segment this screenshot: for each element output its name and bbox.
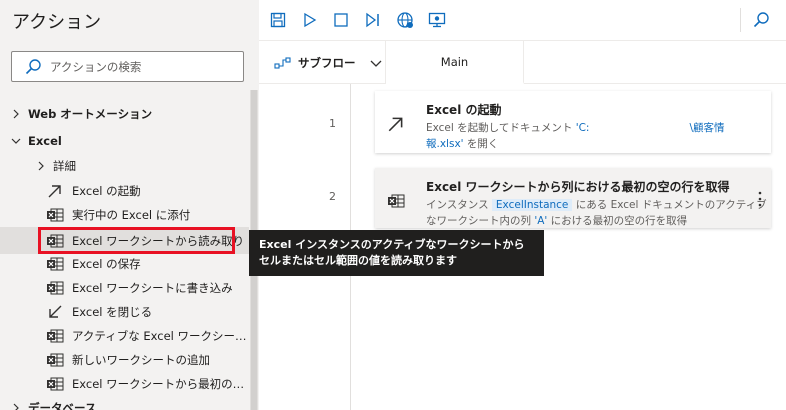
web-recorder-button[interactable] (394, 9, 416, 31)
action-label: Excel の保存 (72, 257, 141, 271)
search-icon (753, 12, 769, 28)
action-attach-excel[interactable]: 実行中の Excel に添付 (0, 203, 249, 227)
actions-panel-title: アクション (12, 12, 102, 33)
chevron-down-icon (370, 60, 381, 67)
flow-step-get-first-empty-row[interactable]: Excel ワークシートから列における最初の空の行を取得 インスタンス Exce… (375, 168, 771, 228)
run-button[interactable] (299, 9, 321, 31)
step-title: Excel ワークシートから列における最初の空の行を取得 (426, 180, 730, 194)
variable-badge: ExcelInstance (491, 199, 573, 211)
excel-sheet-icon (385, 190, 407, 212)
save-icon (270, 12, 286, 28)
action-label: Excel を閉じる (72, 305, 153, 319)
action-write-worksheet[interactable]: Excel ワークシートに書き込み (0, 276, 249, 300)
desc-text: なワークシート内の列 (426, 215, 535, 227)
desc-text: Excel を起動してドキュメント (426, 122, 573, 134)
subflow-label: サブフロー (298, 56, 356, 70)
toolbar-separator (740, 8, 741, 32)
group-label: データベース (28, 401, 97, 410)
step-button[interactable] (362, 9, 384, 31)
subflow-tabs: サブフロー Main (259, 41, 786, 84)
excel-sheet-icon (46, 256, 64, 272)
selection-highlight (38, 227, 235, 254)
step-number: 1 (329, 117, 336, 130)
desc-text: インスタンス (426, 199, 492, 211)
step-title: Excel の起動 (426, 103, 502, 117)
group-web-automation[interactable]: Web オートメーション (0, 102, 249, 126)
subflows-dropdown[interactable]: サブフロー (274, 53, 382, 73)
desktop-recorder-button[interactable] (426, 9, 448, 31)
action-label: アクティブな Excel ワークシートの設... (72, 329, 247, 343)
subflow-icon (274, 57, 291, 69)
desc-path: \顧客情 (689, 122, 725, 134)
chevron-right-icon (13, 403, 19, 410)
more-options-icon[interactable] (757, 190, 763, 208)
action-launch-excel[interactable]: Excel の起動 (0, 179, 249, 203)
chevron-down-icon (11, 138, 21, 144)
search-placeholder: アクションの検索 (50, 60, 142, 74)
designer-toolbar (259, 0, 786, 41)
action-label: Excel の起動 (72, 184, 141, 198)
desc-text: を開く (463, 138, 499, 150)
subgroup-details[interactable]: 詳細 (0, 154, 249, 178)
group-excel[interactable]: Excel (0, 129, 249, 153)
action-label: Excel ワークシートから最初の空の... (72, 377, 247, 391)
excel-sheet-icon (46, 328, 64, 344)
desc-path: 'C: (575, 122, 590, 134)
group-database[interactable]: データベース (0, 396, 249, 410)
excel-sheet-icon (46, 376, 64, 392)
action-close-excel[interactable]: Excel を閉じる (0, 300, 249, 324)
step-number: 2 (329, 190, 336, 203)
action-tooltip: Excel インスタンスのアクティブなワークシートからセルまたはセル範囲の値を読… (249, 230, 544, 276)
action-label: Excel ワークシートに書き込み (72, 281, 233, 295)
excel-sheet-icon (46, 352, 64, 368)
action-save-excel[interactable]: Excel の保存 (0, 252, 249, 276)
subgroup-label: 詳細 (53, 159, 76, 173)
action-search-input[interactable]: アクションの検索 (11, 51, 244, 82)
action-label: 新しいワークシートの追加 (72, 353, 210, 367)
action-get-first-empty[interactable]: Excel ワークシートから最初の空の... (0, 372, 249, 396)
stop-button[interactable] (330, 9, 352, 31)
step-description: Excel を起動してドキュメント 'C: \顧客情 報.xlsx' を開く (426, 120, 725, 152)
stop-icon (334, 13, 348, 27)
desc-text: における最初の空の行を取得 (547, 215, 688, 227)
step-icon (366, 12, 379, 28)
search-icon (25, 59, 41, 75)
excel-sheet-icon (46, 280, 64, 296)
chevron-right-icon (13, 109, 19, 119)
arrow-launch-icon (46, 183, 64, 199)
action-add-worksheet[interactable]: 新しいワークシートの追加 (0, 348, 249, 372)
step-description: インスタンス ExcelInstance にある Excel ドキュメントのアク… (426, 197, 767, 229)
web-recorder-icon (397, 12, 413, 28)
desktop-recorder-icon (428, 12, 446, 28)
desc-column: 'A' (534, 215, 548, 227)
desc-path: 報.xlsx' (426, 138, 464, 150)
chevron-right-icon (38, 161, 44, 171)
action-set-active-worksheet[interactable]: アクティブな Excel ワークシートの設... (0, 324, 249, 348)
group-label: Excel (28, 134, 62, 148)
action-label: 実行中の Excel に添付 (72, 208, 191, 222)
flow-step-launch-excel[interactable]: Excel の起動 Excel を起動してドキュメント 'C: \顧客情 報.xl… (375, 91, 771, 153)
desc-text: にある Excel ドキュメントのアクティブ (572, 199, 767, 211)
actions-panel: アクション アクションの検索 Web オートメーション Excel 詳細 Exc… (0, 0, 259, 410)
excel-sheet-icon (46, 207, 64, 223)
arrow-launch-icon (385, 113, 407, 135)
run-icon (304, 12, 317, 28)
group-label: Web オートメーション (28, 107, 153, 121)
save-button[interactable] (267, 9, 289, 31)
arrow-close-icon (46, 304, 64, 320)
tab-main[interactable]: Main (386, 41, 524, 84)
search-button[interactable] (750, 9, 772, 31)
